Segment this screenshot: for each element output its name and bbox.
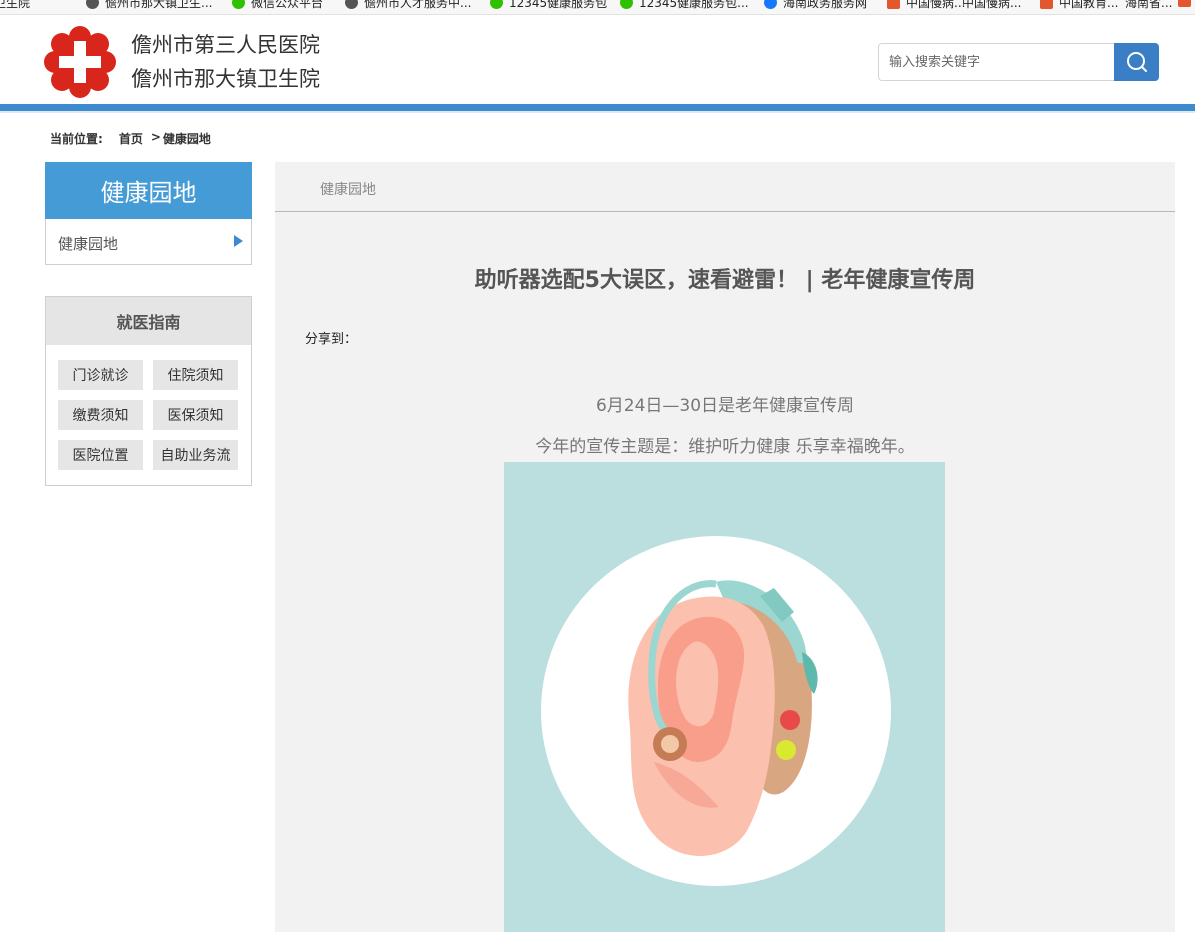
tab-health-garden[interactable]: 健康园地 — [320, 179, 376, 199]
hospital-name-primary: 儋州市第三人民医院 — [131, 33, 320, 57]
tab-divider — [275, 211, 1175, 212]
wechat-icon — [620, 0, 633, 9]
bookmark-label: 海南省... — [1125, 0, 1173, 10]
bookmark[interactable]: 儋州市人才服务中... — [345, 0, 471, 11]
bookmark-label: 儋州市人才服务中... — [364, 0, 472, 10]
outpatient-button[interactable]: 门诊就诊 — [58, 360, 143, 390]
share-label: 分享到： — [305, 332, 358, 347]
hospital-location-button[interactable]: 医院位置 — [58, 440, 143, 470]
bookmark[interactable]: 中国慢病... — [887, 0, 965, 11]
bookmark-label: 中国教育... — [1059, 0, 1119, 10]
wechat-icon — [232, 0, 245, 9]
bookmark[interactable]: 中国教育... — [1040, 0, 1118, 11]
sidebar-title: 健康园地 — [45, 162, 252, 219]
payment-notice-button[interactable]: 缴费须知 — [58, 400, 143, 430]
bookmark-label: 微信公众平台 — [251, 0, 324, 10]
bookmark-icon — [1040, 0, 1053, 9]
site-header: 儋州市第三人民医院 儋州市那大镇卫生院 — [0, 16, 1195, 104]
globe-icon — [764, 0, 777, 9]
search-icon — [1126, 52, 1147, 72]
bookmark[interactable]: 儋州市那大镇卫生... — [86, 0, 212, 11]
inpatient-notice-button[interactable]: 住院须知 — [153, 360, 238, 390]
bookmark[interactable]: 12345健康服务包 — [490, 0, 607, 11]
bookmark[interactable]: 微信公众平台 — [232, 0, 323, 11]
search-box — [878, 43, 1159, 81]
medical-guide-panel: 就医指南 门诊就诊 住院须知 缴费须知 医保须知 医院位置 自助业务流 — [45, 296, 252, 486]
bookmark-label: 中国慢病... — [962, 0, 1022, 10]
article-paragraph: 今年的宣传主题是：维护听力健康 乐享幸福晚年。 — [535, 437, 915, 457]
bookmark-label: 12345健康服务包... — [639, 0, 749, 10]
bookmark[interactable]: 海南省... — [1125, 0, 1172, 11]
bookmark-icon — [1178, 0, 1191, 7]
search-input[interactable] — [878, 43, 1115, 81]
hospital-names: 儋州市第三人民医院 儋州市那大镇卫生院 — [131, 28, 320, 96]
search-button[interactable] — [1114, 43, 1159, 81]
insurance-notice-button[interactable]: 医保须知 — [153, 400, 238, 430]
triangle-right-icon — [234, 235, 243, 247]
article-paragraph: 6月24日—30日是老年健康宣传周 — [595, 396, 855, 416]
hearing-aid-illustration — [504, 462, 945, 932]
bookmark[interactable]: 海南政务服务网 — [764, 0, 867, 11]
article-title: 助听器选配5大误区，速看避雷！ | 老年健康宣传周 — [474, 268, 976, 293]
header-divider — [0, 104, 1195, 111]
breadcrumb-current[interactable]: 健康园地 — [163, 130, 211, 147]
breadcrumb: 当前位置: 首页 > 健康园地 — [50, 130, 211, 147]
bookmark-label: 中国慢病... — [906, 0, 966, 10]
self-service-flow-button[interactable]: 自助业务流 — [153, 440, 238, 470]
article-panel: 健康园地 助听器选配5大误区，速看避雷！ | 老年健康宣传周 分享到： 6月24… — [275, 162, 1175, 932]
bookmark[interactable] — [1178, 0, 1195, 7]
ear-with-hearing-aid-icon — [541, 536, 891, 886]
bookmark[interactable]: 中国慢病... — [962, 0, 1021, 11]
bookmark-icon — [887, 0, 900, 9]
hospital-name-secondary: 儋州市那大镇卫生院 — [131, 67, 320, 91]
wechat-icon — [490, 0, 503, 9]
header-divider-shadow — [0, 111, 1195, 113]
bookmark[interactable]: 卫生院 — [0, 0, 30, 11]
breadcrumb-home-link[interactable]: 首页 — [119, 130, 143, 147]
sidebar-item-label: 健康园地 — [58, 235, 119, 253]
globe-icon — [86, 0, 99, 9]
globe-icon — [345, 0, 358, 9]
breadcrumb-separator: > — [150, 130, 161, 144]
medical-guide-title: 就医指南 — [46, 297, 251, 345]
bookmark-label: 海南政务服务网 — [783, 0, 868, 10]
hospital-cross-logo-icon[interactable] — [44, 26, 116, 98]
bookmark-label: 卫生院 — [0, 0, 31, 10]
bookmark-label: 儋州市那大镇卫生... — [105, 0, 213, 10]
bookmarks-bar: 卫生院 儋州市那大镇卫生... 微信公众平台 儋州市人才服务中... 12345… — [0, 0, 1195, 15]
bookmark-label: 12345健康服务包 — [509, 0, 608, 10]
breadcrumb-label: 当前位置: — [50, 132, 103, 146]
sidebar-menu: 健康园地 — [45, 219, 252, 265]
bookmark[interactable]: 12345健康服务包... — [620, 0, 749, 11]
